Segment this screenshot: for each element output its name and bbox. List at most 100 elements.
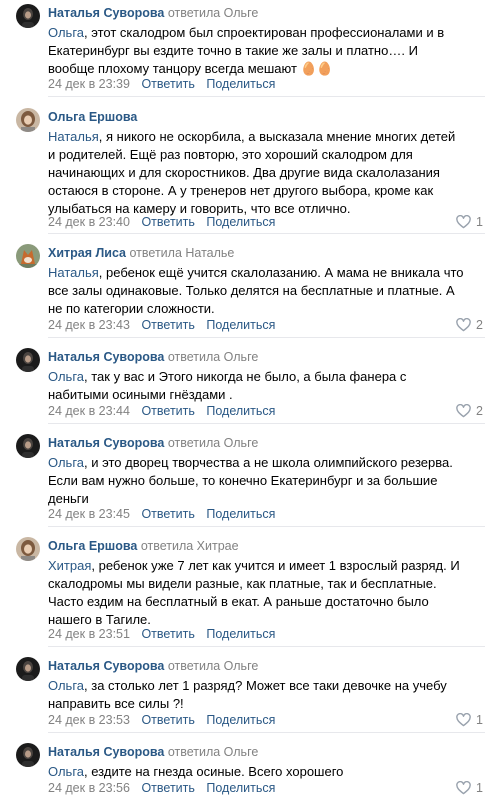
comment: Наталья Суворова ответила Ольге Ольга, э…	[0, 4, 501, 92]
comment: Наталья Суворова ответила Ольге Ольга, т…	[0, 348, 501, 420]
comment-text: Наталья, я никого не оскорбила, а высказ…	[48, 128, 488, 218]
comment: Хитрая Лиса ответила Наталье Наталья, ре…	[0, 244, 501, 334]
author-name[interactable]: Ольга Ершова	[48, 110, 137, 124]
avatar[interactable]	[16, 108, 40, 132]
comment-date[interactable]: 24 дек в 23:51	[48, 627, 130, 641]
avatar[interactable]	[16, 657, 40, 681]
comment-meta: 24 дек в 23:45 Ответить Поделиться	[48, 506, 275, 522]
replied-to[interactable]: ответила Наталье	[130, 246, 235, 260]
replied-to[interactable]: ответила Ольге	[168, 350, 259, 364]
avatar[interactable]	[16, 537, 40, 561]
comment-text: Ольга, за столько лет 1 разряд? Может вс…	[48, 677, 488, 713]
avatar[interactable]	[16, 434, 40, 458]
divider	[48, 732, 485, 733]
comment-meta: 24 дек в 23:40 Ответить Поделиться	[48, 214, 275, 230]
reply-button[interactable]: Ответить	[141, 215, 194, 229]
author-name[interactable]: Наталья Суворова	[48, 350, 164, 364]
replied-to[interactable]: ответила Ольге	[168, 436, 259, 450]
mention-link[interactable]: Ольга	[48, 455, 84, 470]
like-button[interactable]: 2	[456, 317, 483, 333]
reply-button[interactable]: Ответить	[141, 627, 194, 641]
like-button[interactable]: 2	[456, 403, 483, 419]
reply-button[interactable]: Ответить	[141, 507, 194, 521]
comment-meta: 24 дек в 23:43 Ответить Поделиться	[48, 317, 275, 333]
avatar[interactable]	[16, 348, 40, 372]
author-name[interactable]: Наталья Суворова	[48, 6, 164, 20]
mention-link[interactable]: Наталья	[48, 129, 99, 144]
comment-meta: 24 дек в 23:44 Ответить Поделиться	[48, 403, 275, 419]
avatar[interactable]	[16, 743, 40, 767]
comment-meta: 24 дек в 23:51 Ответить Поделиться	[48, 626, 275, 642]
author-name[interactable]: Наталья Суворова	[48, 659, 164, 673]
share-button[interactable]: Поделиться	[206, 781, 275, 795]
mention-link[interactable]: Ольга	[48, 678, 84, 693]
author-name[interactable]: Наталья Суворова	[48, 745, 164, 759]
reply-button[interactable]: Ответить	[141, 77, 194, 91]
mention-link[interactable]: Хитрая	[48, 558, 91, 573]
comment-date[interactable]: 24 дек в 23:43	[48, 318, 130, 332]
replied-to[interactable]: ответила Ольге	[168, 659, 259, 673]
like-count: 2	[476, 318, 483, 332]
author-name[interactable]: Наталья Суворова	[48, 436, 164, 450]
replied-to[interactable]: ответила Ольге	[168, 745, 259, 759]
comment-date[interactable]: 24 дек в 23:56	[48, 781, 130, 795]
author-name[interactable]: Хитрая Лиса	[48, 246, 126, 260]
reply-button[interactable]: Ответить	[141, 318, 194, 332]
author-name[interactable]: Ольга Ершова	[48, 539, 137, 553]
like-count: 1	[476, 215, 483, 229]
comment-body: , этот скалодром был спроектирован профе…	[48, 25, 445, 76]
comment-header: Наталья Суворова ответила Ольге	[48, 744, 258, 760]
share-button[interactable]: Поделиться	[206, 507, 275, 521]
comment-date[interactable]: 24 дек в 23:39	[48, 77, 130, 91]
divider	[48, 96, 485, 97]
comment-header: Ольга Ершова	[48, 109, 137, 125]
comment-body: , за столько лет 1 разряд? Может все так…	[48, 678, 447, 711]
share-button[interactable]: Поделиться	[206, 215, 275, 229]
like-count: 1	[476, 713, 483, 727]
like-button[interactable]: 1	[456, 780, 483, 796]
like-button[interactable]: 1	[456, 712, 483, 728]
divider	[48, 646, 485, 647]
share-button[interactable]: Поделиться	[206, 404, 275, 418]
divider	[48, 233, 485, 234]
comment-date[interactable]: 24 дек в 23:45	[48, 507, 130, 521]
reply-button[interactable]: Ответить	[141, 781, 194, 795]
comment-body: , ребенок уже 7 лет как учится и имеет 1…	[48, 558, 460, 627]
comment-header: Наталья Суворова ответила Ольге	[48, 5, 258, 21]
comment-text: Наталья, ребенок ещё учится скалолазанию…	[48, 264, 488, 318]
comment-date[interactable]: 24 дек в 23:53	[48, 713, 130, 727]
comment-header: Хитрая Лиса ответила Наталье	[48, 245, 234, 261]
comment-meta: 24 дек в 23:53 Ответить Поделиться	[48, 712, 275, 728]
share-button[interactable]: Поделиться	[206, 713, 275, 727]
like-button[interactable]: 1	[456, 214, 483, 230]
comment-text: Хитрая, ребенок уже 7 лет как учится и и…	[48, 557, 488, 629]
reply-button[interactable]: Ответить	[141, 404, 194, 418]
share-button[interactable]: Поделиться	[206, 77, 275, 91]
share-button[interactable]: Поделиться	[206, 627, 275, 641]
mention-link[interactable]: Ольга	[48, 369, 84, 384]
heart-outline-icon	[456, 781, 471, 795]
comment-date[interactable]: 24 дек в 23:40	[48, 215, 130, 229]
comment-body: , ездите на гнезда осиные. Всего хорошег…	[84, 764, 344, 779]
replied-to[interactable]: ответила Ольге	[168, 6, 259, 20]
comment: Ольга Ершова Наталья, я никого не оскорб…	[0, 108, 501, 232]
share-button[interactable]: Поделиться	[206, 318, 275, 332]
comment-header: Наталья Суворова ответила Ольге	[48, 658, 258, 674]
replied-to[interactable]: ответила Хитрае	[141, 539, 239, 553]
heart-outline-icon	[456, 318, 471, 332]
comment: Наталья Суворова ответила Ольге Ольга, з…	[0, 657, 501, 729]
comment-date[interactable]: 24 дек в 23:44	[48, 404, 130, 418]
comment-body: , и это дворец творчества а не школа оли…	[48, 455, 453, 506]
comment: Ольга Ершова ответила Хитрае Хитрая, реб…	[0, 537, 501, 643]
comment-header: Наталья Суворова ответила Ольге	[48, 435, 258, 451]
comment-body: , так у вас и Этого никогда не было, а б…	[48, 369, 407, 402]
heart-outline-icon	[456, 713, 471, 727]
avatar[interactable]	[16, 4, 40, 28]
divider	[48, 423, 485, 424]
mention-link[interactable]: Ольга	[48, 764, 84, 779]
avatar[interactable]	[16, 244, 40, 268]
mention-link[interactable]: Ольга	[48, 25, 84, 40]
like-count: 2	[476, 404, 483, 418]
mention-link[interactable]: Наталья	[48, 265, 99, 280]
reply-button[interactable]: Ответить	[141, 713, 194, 727]
